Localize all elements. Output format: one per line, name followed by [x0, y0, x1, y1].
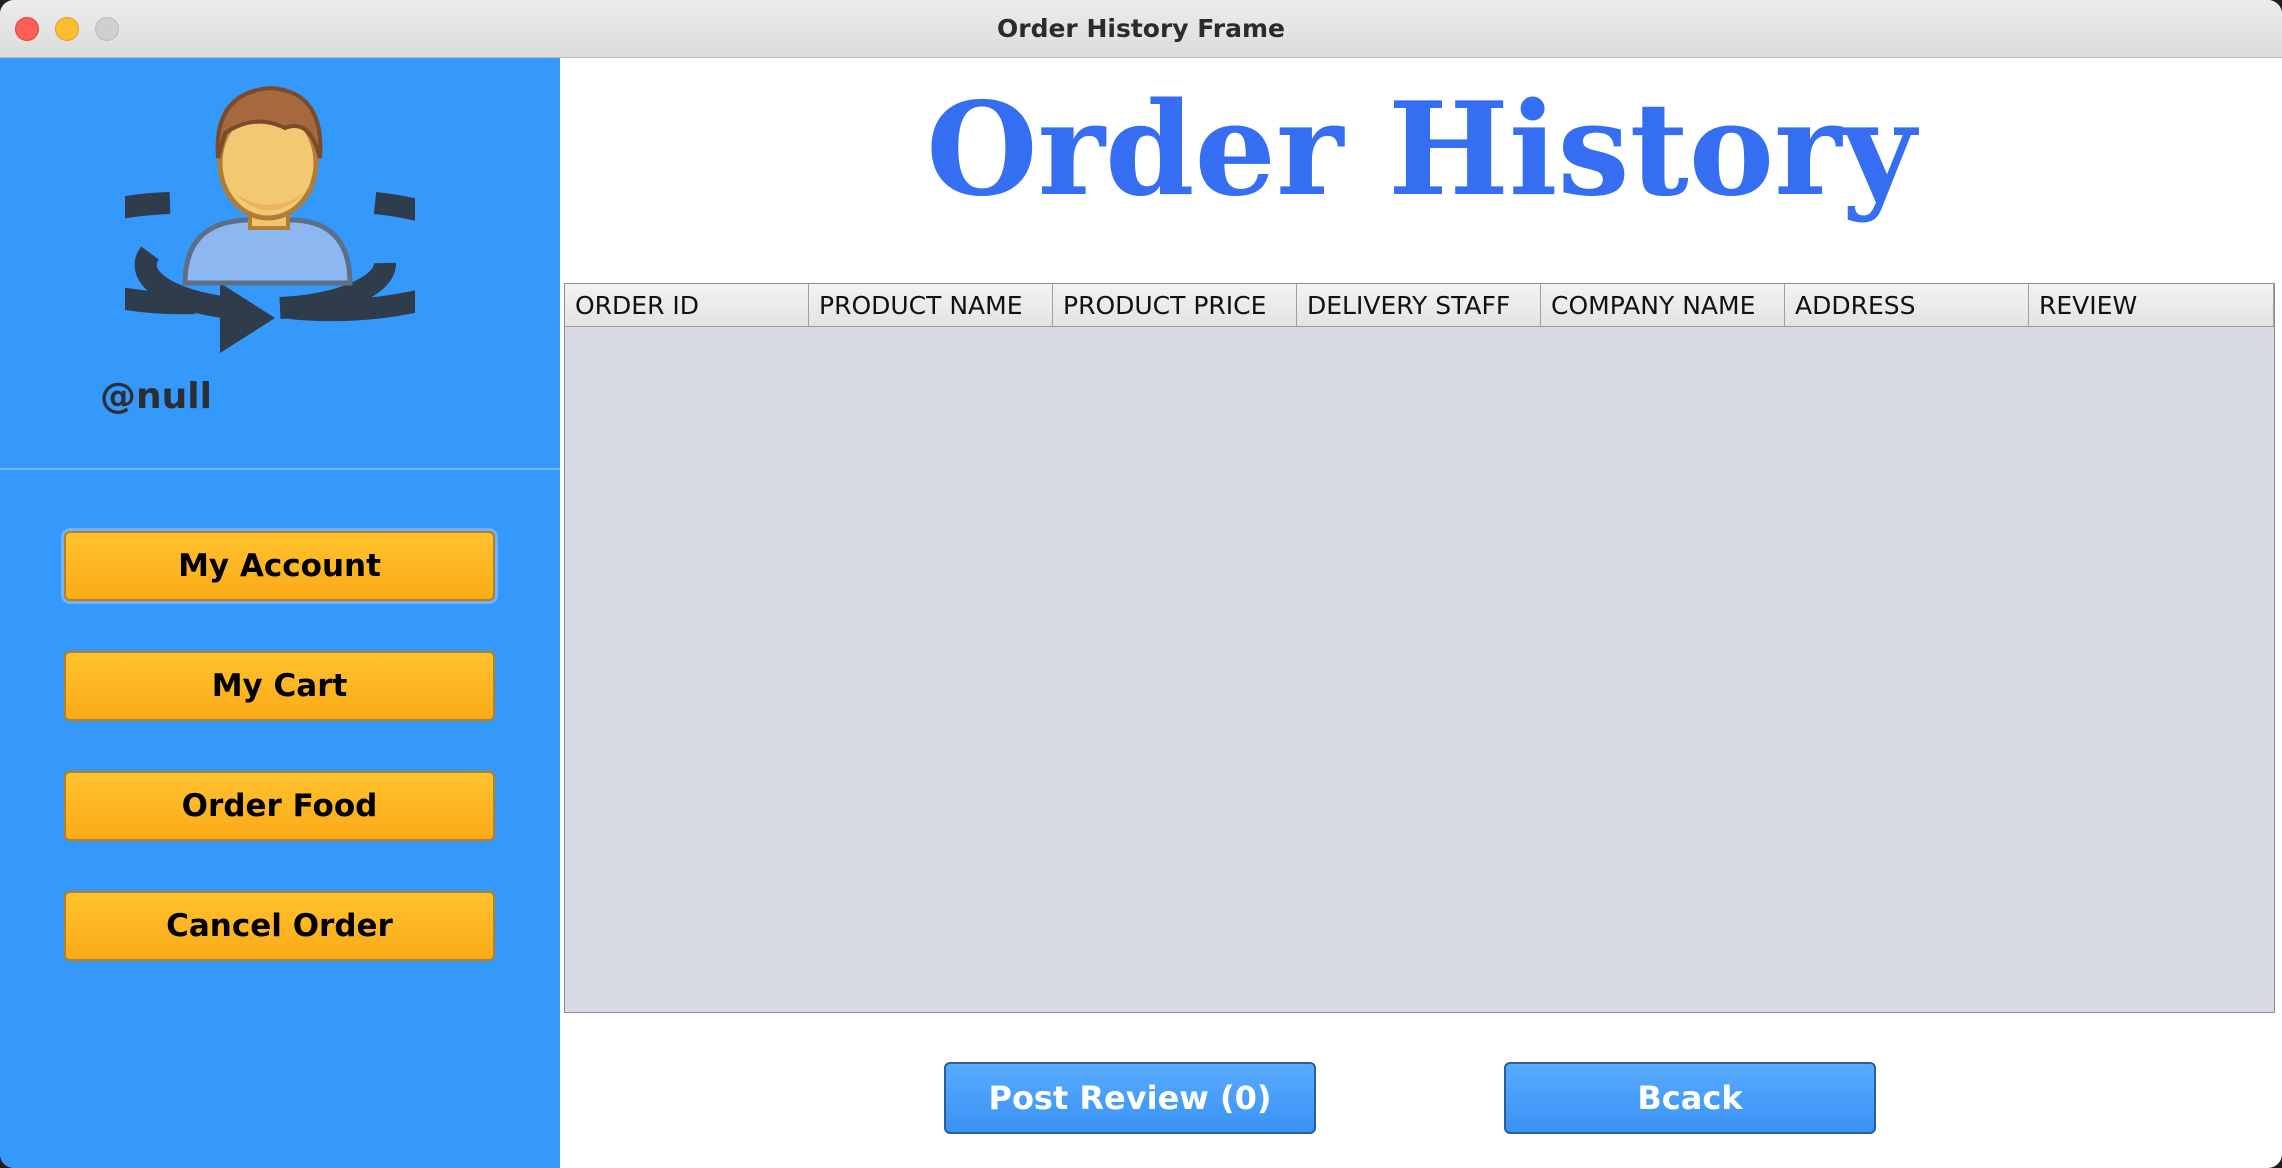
column-header-delivery-staff[interactable]: DELIVERY STAFF [1297, 284, 1541, 326]
column-header-company-name[interactable]: COMPANY NAME [1541, 284, 1785, 326]
window-title: Order History Frame [997, 14, 1285, 43]
title-bar: Order History Frame [0, 0, 2282, 58]
order-history-window: Order History Frame @null My Account My … [0, 0, 2282, 1168]
sidebar: @null My Account My Cart Order Food Canc… [0, 58, 560, 1168]
order-history-table[interactable]: ORDER ID PRODUCT NAME PRODUCT PRICE DELI… [564, 283, 2275, 1013]
table-body[interactable] [565, 327, 2274, 1012]
my-cart-button[interactable]: My Cart [64, 651, 495, 721]
back-button[interactable]: Bcack [1504, 1062, 1876, 1134]
page-title: Order History [926, 75, 1916, 225]
column-header-address[interactable]: ADDRESS [1785, 284, 2029, 326]
post-review-button[interactable]: Post Review (0) [944, 1062, 1316, 1134]
order-food-button[interactable]: Order Food [64, 771, 495, 841]
column-header-order-id[interactable]: ORDER ID [565, 284, 809, 326]
column-header-product-price[interactable]: PRODUCT PRICE [1053, 284, 1297, 326]
username-label: @null [100, 376, 212, 417]
table-header: ORDER ID PRODUCT NAME PRODUCT PRICE DELI… [565, 284, 2274, 327]
my-account-button[interactable]: My Account [64, 531, 495, 601]
sidebar-divider [0, 468, 560, 470]
column-header-product-name[interactable]: PRODUCT NAME [809, 284, 1053, 326]
user-switch-icon [125, 85, 415, 353]
cancel-order-button[interactable]: Cancel Order [64, 891, 495, 961]
column-header-review[interactable]: REVIEW [2029, 284, 2274, 326]
